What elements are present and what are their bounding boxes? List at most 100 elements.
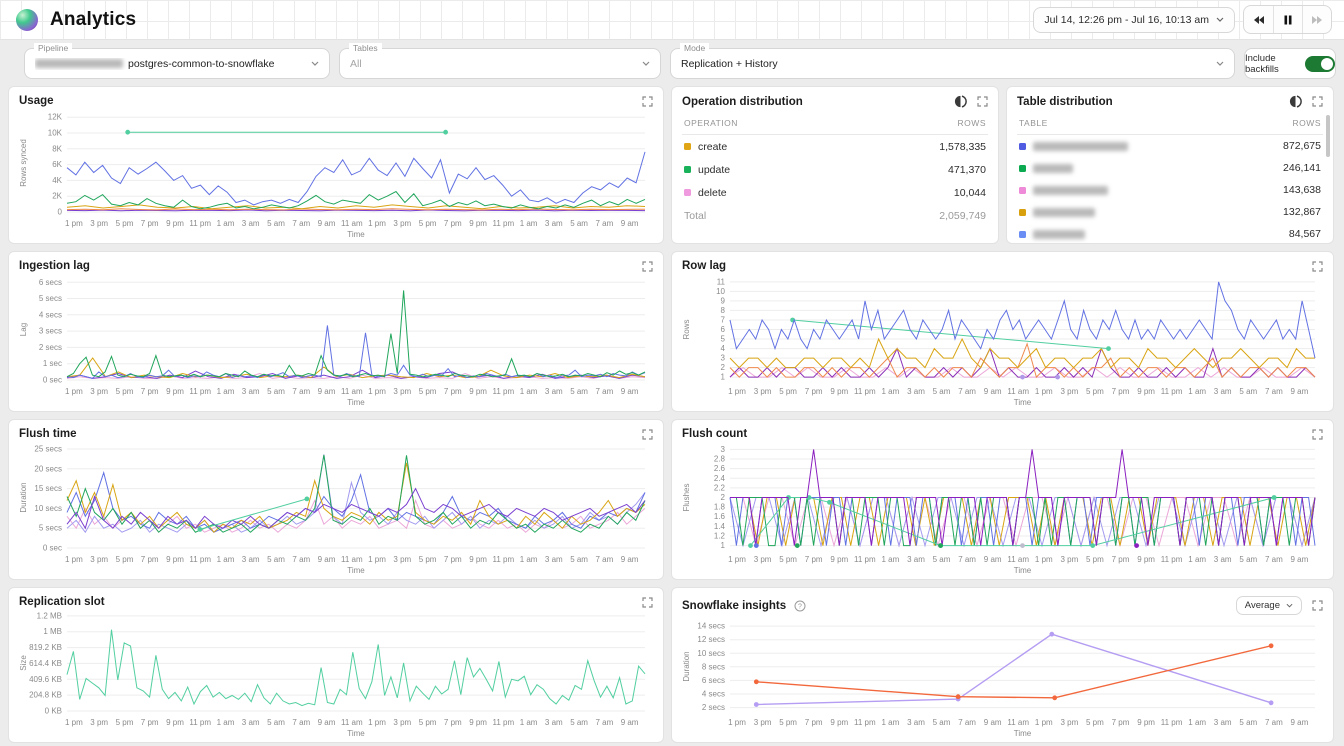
mode-select[interactable]: Mode Replication + History (670, 48, 1235, 79)
table-distribution-card: Table distribution TABLE ROWS 872,675 24… (1006, 86, 1334, 244)
aggregation-select[interactable]: Average (1236, 596, 1302, 615)
help-icon[interactable]: ? (794, 600, 806, 612)
svg-text:11 pm: 11 pm (189, 219, 211, 228)
expand-button[interactable] (1312, 96, 1323, 107)
redacted-table-name (1033, 230, 1085, 239)
svg-text:7 pm: 7 pm (444, 219, 462, 228)
expand-icon (1312, 261, 1323, 272)
svg-text:7 am: 7 am (1265, 718, 1283, 727)
svg-text:8: 8 (721, 306, 726, 315)
svg-text:0 sec: 0 sec (43, 544, 62, 553)
pipeline-select[interactable]: Pipeline postgres-common-to-snowflake (24, 48, 330, 79)
svg-text:9 am: 9 am (1291, 718, 1309, 727)
tables-select[interactable]: Tables All (339, 48, 661, 79)
svg-text:9 pm: 9 pm (830, 387, 848, 396)
svg-text:3 pm: 3 pm (754, 387, 772, 396)
svg-text:9 pm: 9 pm (830, 555, 848, 564)
svg-text:6K: 6K (52, 160, 62, 169)
row-lag-title: Row lag (682, 260, 726, 272)
svg-text:3 pm: 3 pm (90, 718, 108, 727)
svg-text:2K: 2K (52, 192, 62, 201)
column-header-rows: ROWS (958, 118, 986, 128)
svg-text:6: 6 (721, 325, 726, 334)
svg-text:11 am: 11 am (341, 555, 363, 564)
svg-text:7 am: 7 am (958, 555, 976, 564)
pause-button[interactable] (1273, 6, 1302, 33)
svg-text:5 pm: 5 pm (116, 387, 134, 396)
svg-text:3 pm: 3 pm (393, 555, 411, 564)
svg-text:1 am: 1 am (1188, 387, 1206, 396)
pie-view-toggle[interactable] (1289, 95, 1302, 108)
svg-text:5 pm: 5 pm (116, 555, 134, 564)
svg-text:9 pm: 9 pm (469, 555, 487, 564)
svg-text:7 pm: 7 pm (141, 219, 159, 228)
svg-text:5 pm: 5 pm (779, 555, 797, 564)
redacted-table-name (1033, 186, 1108, 195)
expand-icon (977, 96, 988, 107)
expand-button[interactable] (1312, 261, 1323, 272)
svg-text:7 pm: 7 pm (444, 555, 462, 564)
pie-view-toggle[interactable] (954, 95, 967, 108)
svg-text:Rows: Rows (682, 319, 691, 339)
scrollbar[interactable] (1326, 115, 1330, 157)
svg-text:8K: 8K (52, 144, 62, 153)
chevron-down-icon (642, 61, 650, 66)
svg-text:5 am: 5 am (267, 219, 285, 228)
page-title: Analytics (50, 9, 136, 31)
flush-time-title: Flush time (19, 428, 77, 440)
svg-text:4 secs: 4 secs (39, 310, 62, 319)
rewind-button[interactable] (1244, 6, 1273, 33)
snowflake-insights-chart: 2 secs4 secs6 secs8 secs10 secs12 secs14… (682, 615, 1323, 738)
ingestion-lag-card: Ingestion lag 0 sec1 sec2 secs3 secs4 se… (8, 251, 664, 412)
expand-button[interactable] (642, 597, 653, 608)
svg-text:1 am: 1 am (520, 387, 538, 396)
expand-button[interactable] (642, 429, 653, 440)
svg-text:10: 10 (716, 287, 725, 296)
svg-text:5: 5 (721, 335, 726, 344)
svg-text:11 pm: 11 pm (189, 387, 211, 396)
include-backfills-toggle[interactable] (1305, 56, 1335, 72)
svg-text:3 am: 3 am (907, 555, 925, 564)
svg-text:1: 1 (721, 373, 726, 382)
expand-button[interactable] (642, 96, 653, 107)
series-color-swatch (1019, 187, 1026, 194)
column-header-table: TABLE (1019, 118, 1048, 128)
svg-text:1 am: 1 am (882, 718, 900, 727)
pie-chart-icon (1289, 95, 1302, 108)
svg-text:7 pm: 7 pm (1112, 387, 1130, 396)
date-range-picker[interactable]: Jul 14, 12:26 pm - Jul 16, 10:13 am (1033, 7, 1235, 33)
svg-text:7 am: 7 am (596, 219, 614, 228)
svg-text:9 am: 9 am (318, 387, 336, 396)
svg-text:5 am: 5 am (570, 718, 588, 727)
tables-value: All (350, 58, 362, 70)
row-count: 471,370 (948, 164, 986, 176)
svg-text:3 pm: 3 pm (90, 555, 108, 564)
svg-text:9: 9 (721, 296, 726, 305)
operation-name: update (698, 164, 730, 176)
svg-text:9 am: 9 am (318, 555, 336, 564)
svg-text:3 pm: 3 pm (1061, 718, 1079, 727)
svg-text:1 am: 1 am (217, 555, 235, 564)
series-color-swatch (1019, 143, 1026, 150)
svg-text:9 am: 9 am (621, 387, 639, 396)
svg-text:5 am: 5 am (933, 718, 951, 727)
expand-button[interactable] (977, 96, 988, 107)
snowflake-insights-card: Snowflake insights ? Average 2 secs4 sec… (671, 587, 1334, 743)
svg-text:3 pm: 3 pm (90, 387, 108, 396)
svg-text:11 pm: 11 pm (854, 718, 876, 727)
expand-button[interactable] (1312, 429, 1323, 440)
row-count: 872,675 (1283, 140, 1321, 152)
fast-forward-button[interactable] (1302, 6, 1331, 33)
svg-text:7 pm: 7 pm (805, 387, 823, 396)
svg-text:5 am: 5 am (1239, 718, 1257, 727)
svg-text:6 secs: 6 secs (702, 676, 725, 685)
svg-text:3 am: 3 am (907, 387, 925, 396)
svg-text:9 am: 9 am (1291, 387, 1309, 396)
svg-text:9 pm: 9 pm (469, 219, 487, 228)
svg-text:11 am: 11 am (341, 718, 363, 727)
expand-button[interactable] (642, 261, 653, 272)
expand-button[interactable] (1312, 600, 1323, 611)
svg-text:Time: Time (347, 398, 365, 407)
svg-text:1 pm: 1 pm (65, 387, 83, 396)
fast-forward-icon (1311, 15, 1323, 25)
